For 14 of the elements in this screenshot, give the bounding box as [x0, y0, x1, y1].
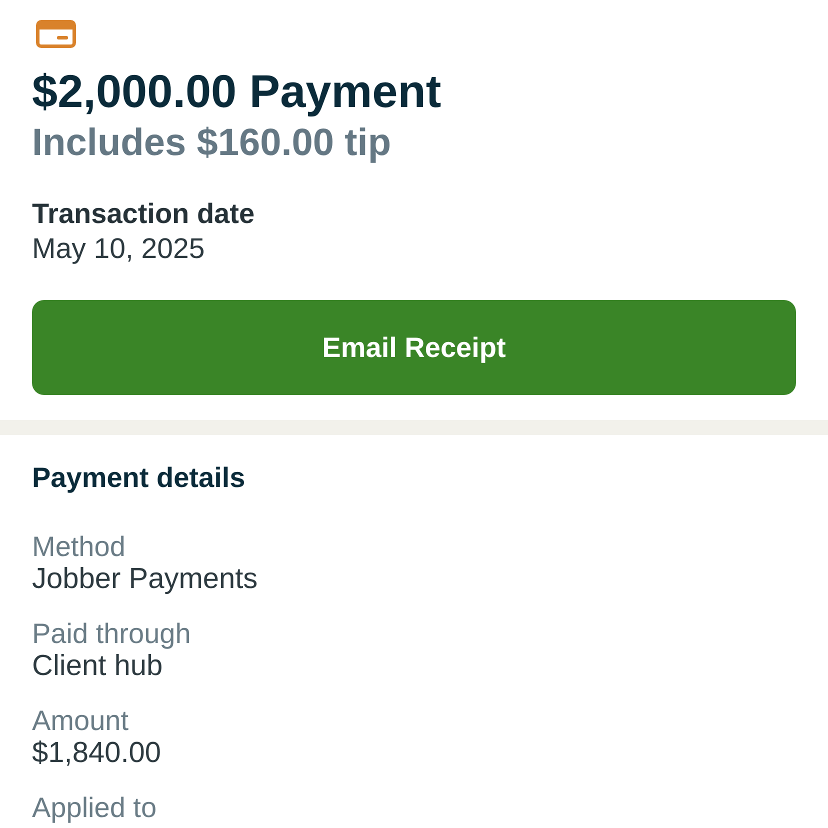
field-label: Applied to [32, 791, 157, 824]
field-label: Amount [32, 704, 128, 737]
field-value: $1,840.00 [32, 737, 162, 770]
field-label: Paid through [32, 617, 191, 650]
section-heading: Payment details [32, 461, 246, 495]
field-value: Client hub [32, 650, 163, 683]
transaction-date-label: Transaction date [32, 197, 255, 231]
payment-title: $2,000.00 Payment [32, 65, 442, 117]
transaction-date-value: May 10, 2025 [32, 232, 205, 267]
field-value: Jobber Payments [32, 563, 258, 596]
email-receipt-button[interactable]: Email Receipt [32, 300, 796, 395]
field-label: Method [32, 530, 126, 563]
credit-card-icon [36, 20, 76, 48]
tip-subtitle: Includes $160.00 tip [32, 121, 392, 165]
